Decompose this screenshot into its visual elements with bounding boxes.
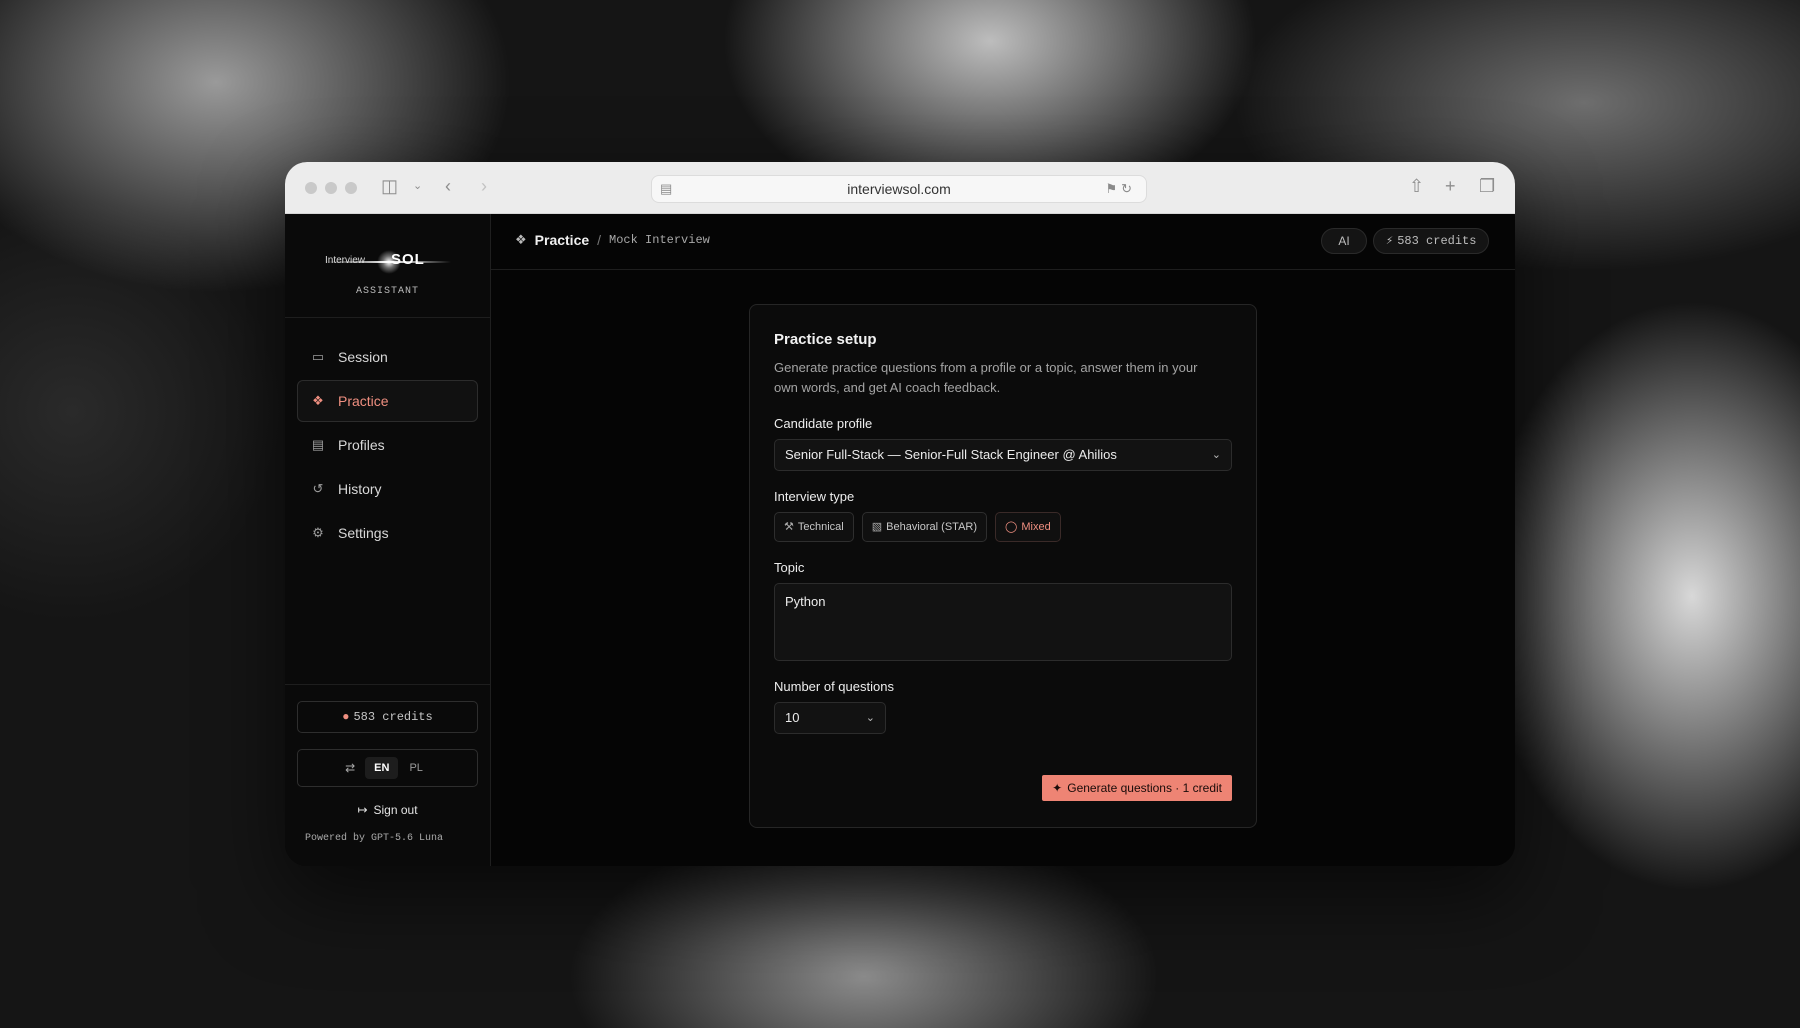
breadcrumb: ❖ Practice / Mock Interview [515,232,710,248]
credits-badge-text: 583 credits [1397,234,1477,248]
dumbbell-icon: ❖ [312,393,324,408]
sidebar-item-practice[interactable]: ❖ Practice [297,380,478,422]
url-text: interviewsol.com [847,181,951,197]
sidebar-item-label: Session [338,349,388,365]
reload-icon[interactable]: ↻ [1121,181,1136,196]
zoom-window-button[interactable] [345,182,357,194]
breadcrumb-separator: / [597,232,602,248]
sidebar-item-history[interactable]: ↺ History [297,468,478,510]
type-technical-button[interactable]: ⚒ Technical [774,512,854,542]
generate-label: Generate questions · 1 credit [1067,781,1222,795]
breadcrumb-sub: Mock Interview [609,233,710,247]
main-content: ❖ Practice / Mock Interview AI ⚡ 583 cred… [491,214,1515,866]
interview-type-label: Interview type [774,489,855,504]
wrench-icon: ⚒ [784,521,794,533]
sign-out-button[interactable]: ↦ Sign out [297,803,478,817]
minimize-window-button[interactable] [325,182,337,194]
mixed-icon: ◯ [1005,521,1018,533]
lightning-icon: ⚡ [1386,234,1394,248]
close-window-button[interactable] [305,182,317,194]
powered-by: Powered by GPT-5.6 Luna [305,833,444,844]
tabs-overview-icon[interactable]: ❐ [1479,176,1495,196]
topic-label: Topic [774,560,805,575]
type-label: Technical [797,521,844,533]
language-switcher: ⇄ EN PL [297,749,478,787]
top-bar: ❖ Practice / Mock Interview AI ⚡ 583 cred… [491,214,1515,270]
coins-icon: ● [342,710,350,724]
logo-text-big: SOL [391,251,425,268]
type-label: Mixed [1021,521,1051,533]
monitor-icon: ▭ [311,349,325,364]
sidebar: Interview SOL ASSISTANT ▭ Session ❖ Prac… [285,214,491,866]
sidebar-nav: ▭ Session ❖ Practice ▤ Profiles ↺ Histor… [285,318,490,554]
profile-label: Candidate profile [774,416,873,431]
sparkles-icon: ✦ [1052,781,1063,795]
logo-subtitle: ASSISTANT [355,286,419,297]
translate-icon: ⇄ [345,761,356,775]
logo-area: Interview SOL ASSISTANT [285,214,490,318]
chevron-down-icon: ⌄ [865,712,875,724]
type-behavioral-button[interactable]: ▧ Behavioral (STAR) [861,512,988,542]
sidebar-toggle-icon[interactable]: ◫ [381,176,398,196]
new-tab-icon[interactable]: + [1445,176,1456,196]
num-questions-select[interactable]: 10 ⌄ [774,702,886,734]
profile-select-value: Senior Full-Stack — Senior-Full Stack En… [785,447,1117,462]
sidebar-item-label: Settings [338,525,389,541]
type-label: Behavioral (STAR) [886,521,978,533]
dumbbell-icon: ❖ [515,232,527,247]
share-icon[interactable]: ⇧ [1409,176,1424,196]
num-questions-value: 10 [785,710,800,725]
sidebar-item-label: Practice [338,393,389,409]
card-description: Generate practice questions from a profi… [774,360,1198,395]
sidebar-footer: ● 583 credits ⇄ EN PL ↦ Sign out Powered b… [285,684,490,866]
chevron-down-icon: ⌄ [1211,449,1221,461]
generate-questions-button[interactable]: ✦ Generate questions · 1 credit [1042,775,1232,801]
logo[interactable]: Interview SOL [325,250,451,274]
file-user-icon: ▤ [311,437,325,452]
sign-out-icon: ↦ [357,803,368,817]
credits-badge[interactable]: ⚡ 583 credits [1373,228,1490,254]
num-questions-label: Number of questions [774,679,894,694]
lang-pl-button[interactable]: PL [402,757,429,779]
browser-window: ◫ ⌄ ‹ › ▤ interviewsol.com ⚑↻ ⇧ + ❐ Inte… [285,162,1515,866]
gear-icon: ⚙ [312,525,324,540]
browser-toolbar: ◫ ⌄ ‹ › ▤ interviewsol.com ⚑↻ ⇧ + ❐ [285,162,1515,214]
sidebar-credits-text: 583 credits [353,710,433,724]
address-bar[interactable]: ▤ interviewsol.com ⚑↻ [651,175,1147,203]
ai-badge[interactable]: AI [1321,228,1367,254]
sidebar-item-profiles[interactable]: ▤ Profiles [297,424,478,466]
forward-icon[interactable]: › [481,176,487,196]
logo-text-small: Interview [325,255,366,266]
sidebar-item-label: History [338,481,382,497]
sidebar-item-session[interactable]: ▭ Session [297,336,478,378]
topic-textarea[interactable]: Python [774,583,1232,661]
type-mixed-button[interactable]: ◯ Mixed [995,512,1061,542]
card-title: Practice setup [774,331,877,348]
lang-en-button[interactable]: EN [365,757,399,779]
sidebar-credits[interactable]: ● 583 credits [297,701,478,733]
sign-out-label: Sign out [373,803,418,817]
interview-type-group: ⚒ Technical ▧ Behavioral (STAR) ◯ Mixed [774,512,1232,542]
chat-icon: ▧ [871,521,883,533]
translate-icon[interactable]: ⚑ [1105,181,1121,196]
sidebar-item-settings[interactable]: ⚙ Settings [297,512,478,554]
candidate-profile-select[interactable]: Senior Full-Stack — Senior-Full Stack En… [774,439,1232,471]
page-icon: ▤ [660,181,673,196]
history-icon: ↺ [312,481,324,496]
breadcrumb-current[interactable]: Practice [535,232,589,248]
practice-setup-card: Practice setup Generate practice questio… [749,304,1257,828]
window-controls [305,182,357,194]
chevron-down-icon[interactable]: ⌄ [413,176,422,196]
sidebar-item-label: Profiles [338,437,385,453]
back-icon[interactable]: ‹ [445,176,451,196]
